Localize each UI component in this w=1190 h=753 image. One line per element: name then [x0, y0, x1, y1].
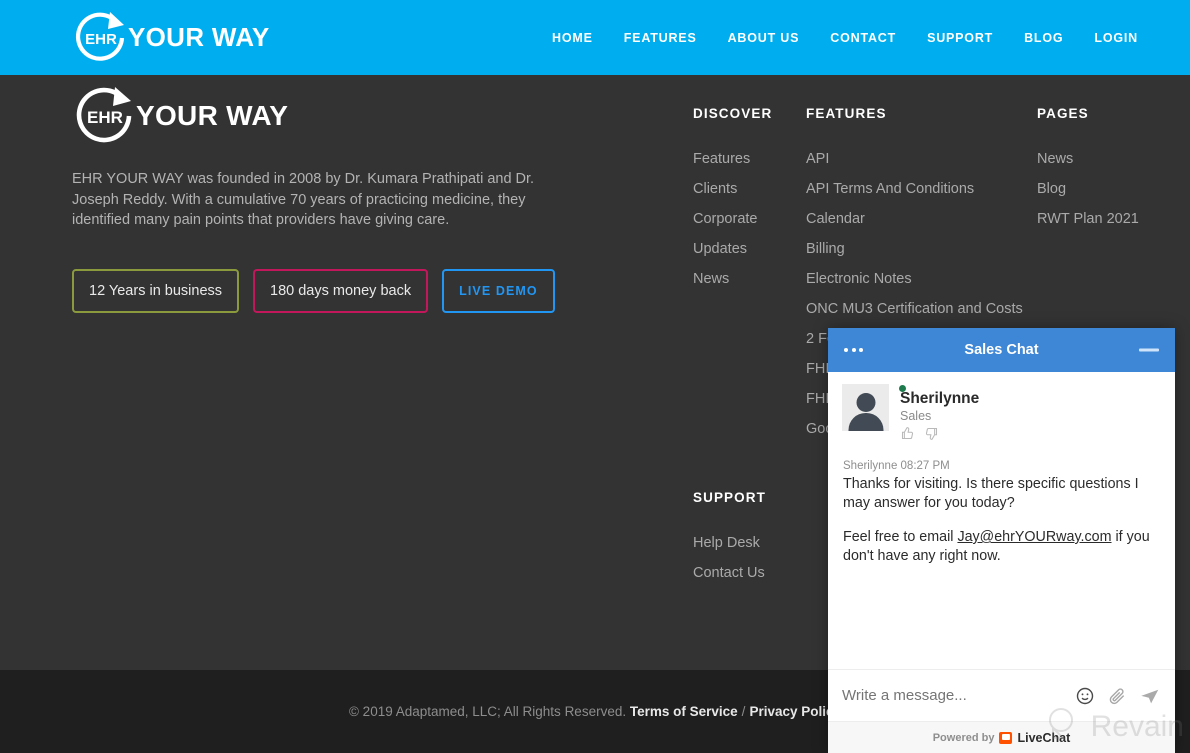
footer-link-blog[interactable]: Blog [1037, 174, 1139, 204]
copyright-text: © 2019 Adaptamed, LLC; All Rights Reserv… [348, 704, 627, 719]
footer-link-news-page[interactable]: News [1037, 144, 1139, 174]
nav-item-features[interactable]: FEATURES [624, 31, 697, 45]
footer-link-corporate[interactable]: Corporate [693, 204, 772, 234]
nav-item-blog[interactable]: BLOG [1024, 31, 1063, 45]
site-header: EHR YOUR WAY HOME FEATURES ABOUT US CONT… [0, 0, 1190, 75]
avatar [842, 384, 889, 431]
chat-header: Sales Chat [828, 328, 1175, 372]
agent-role: Sales [900, 409, 932, 423]
footer-link-updates[interactable]: Updates [693, 234, 772, 264]
link-separator: / [741, 704, 746, 719]
ehr-circular-arrow-logo-icon: EHR [72, 81, 142, 151]
thumbs-down-icon[interactable] [924, 426, 939, 444]
send-icon[interactable] [1139, 685, 1161, 707]
sales-chat-widget: Sales Chat Sherilynne Sales Sherilynne 0… [828, 328, 1175, 753]
ellipsis-icon[interactable] [844, 348, 863, 352]
chat-message: Feel free to email Jay@ehrYOURway.com if… [843, 528, 1160, 566]
online-status-icon [899, 385, 906, 392]
footer-description: EHR YOUR WAY was founded in 2008 by Dr. … [72, 171, 535, 229]
chat-message: Sherilynne 08:27 PM Thanks for visiting.… [843, 460, 1160, 513]
footer-link-rwt-plan[interactable]: RWT Plan 2021 [1037, 204, 1139, 234]
nav-item-login[interactable]: LOGIN [1094, 31, 1138, 45]
paperclip-icon[interactable] [1107, 686, 1127, 706]
footer-link-features[interactable]: Features [693, 144, 772, 174]
svg-text:EHR: EHR [87, 108, 123, 127]
footer-link-contact-us[interactable]: Contact Us [693, 558, 766, 588]
thumbs-up-icon[interactable] [900, 426, 915, 444]
nav-item-contact[interactable]: CONTACT [830, 31, 896, 45]
message-text-before: Feel free to email [843, 529, 958, 545]
ehr-circular-arrow-logo-icon: EHR [72, 7, 134, 69]
badge-years-in-business[interactable]: 12 Years in business [72, 269, 240, 313]
footer-link-clients[interactable]: Clients [693, 174, 772, 204]
agent-name: Sherilynne [900, 390, 980, 407]
chat-composer [828, 669, 1175, 721]
footer-link-electronic-notes[interactable]: Electronic Notes [806, 264, 1023, 294]
composer-actions [1075, 685, 1161, 707]
badge-money-back[interactable]: 180 days money back [253, 269, 429, 313]
agent-rating-controls [900, 426, 979, 444]
footer-link-calendar[interactable]: Calendar [806, 204, 1023, 234]
column-title: PAGES [1037, 106, 1089, 121]
message-meta: Sherilynne 08:27 PM [843, 460, 950, 472]
chat-message-list: Sherilynne 08:27 PM Thanks for visiting.… [828, 454, 1175, 669]
svg-text:EHR: EHR [85, 31, 117, 48]
footer-badges: 12 Years in business 180 days money back… [72, 269, 555, 313]
chat-title: Sales Chat [964, 342, 1039, 358]
powered-by-label: Powered by [932, 731, 995, 744]
nav-item-about-us[interactable]: ABOUT US [728, 31, 800, 45]
footer-link-news[interactable]: News [693, 264, 772, 294]
page-root: EHR YOUR WAY HOME FEATURES ABOUT US CONT… [0, 0, 1190, 753]
footer-column-support: SUPPORT Help Desk Contact Us [693, 490, 766, 588]
footer-column-discover: DISCOVER Features Clients Corporate Upda… [693, 106, 772, 294]
email-link[interactable]: Jay@ehrYOURway.com [957, 529, 1111, 545]
column-title: FEATURES [806, 106, 887, 121]
footer-link-help-desk[interactable]: Help Desk [693, 528, 766, 558]
powered-by-livechat: Powered by LiveChat [828, 721, 1175, 753]
terms-of-service-link[interactable]: Terms of Service [630, 704, 738, 719]
message-text: Thanks for visiting. Is there specific q… [843, 476, 1139, 511]
footer-link-api[interactable]: API [806, 144, 1023, 174]
livechat-name[interactable]: LiveChat [1017, 731, 1070, 745]
header-logo-text: YOUR WAY [128, 22, 270, 52]
agent-info: Sherilynne Sales [899, 384, 980, 444]
nav-item-home[interactable]: HOME [552, 31, 593, 45]
nav-item-support[interactable]: SUPPORT [927, 31, 993, 45]
column-title: SUPPORT [693, 490, 766, 505]
footer-link-billing[interactable]: Billing [806, 234, 1023, 264]
main-navigation: HOME FEATURES ABOUT US CONTACT SUPPORT B… [552, 31, 1138, 45]
copyright-line: © 2019 Adaptamed, LLC; All Rights Reserv… [349, 704, 841, 719]
header-logo[interactable]: EHR YOUR WAY [72, 7, 270, 69]
footer-link-onc-mu3[interactable]: ONC MU3 Certification and Costs [806, 294, 1023, 324]
badge-live-demo[interactable]: LIVE DEMO [442, 269, 555, 313]
footer-logo[interactable]: EHR YOUR WAY [72, 81, 288, 151]
minimize-icon[interactable] [1139, 348, 1159, 352]
livechat-icon [999, 731, 1013, 744]
footer-column-pages: PAGES News Blog RWT Plan 2021 [1037, 106, 1139, 234]
footer-logo-text: YOUR WAY [136, 100, 289, 131]
message-input[interactable] [842, 687, 1075, 704]
emoji-icon[interactable] [1075, 686, 1095, 706]
column-title: DISCOVER [693, 106, 773, 121]
footer-link-api-terms[interactable]: API Terms And Conditions [806, 174, 1023, 204]
chat-agent-card: Sherilynne Sales [828, 372, 1175, 454]
